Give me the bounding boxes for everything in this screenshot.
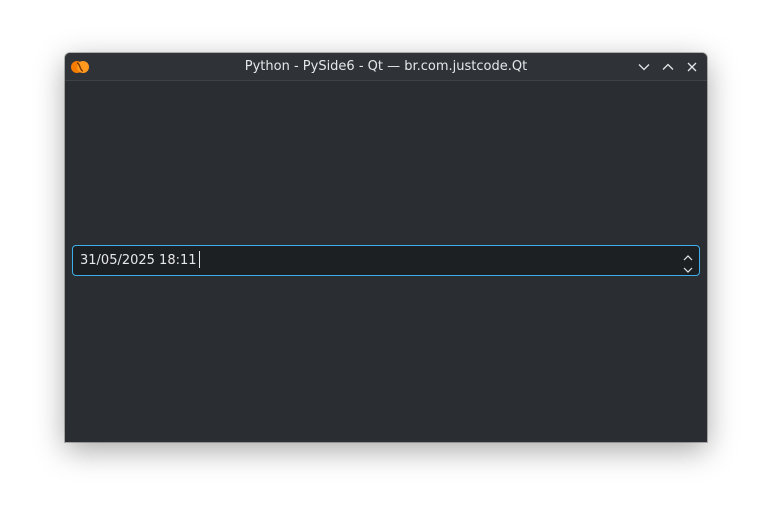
window-title: Python - PySide6 - Qt — br.com.justcode.… bbox=[244, 59, 528, 74]
desktop: Python - PySide6 - Qt — br.com.justcode.… bbox=[0, 0, 772, 519]
text-caret bbox=[198, 251, 200, 268]
datetime-value: 31/05/2025 18:11 bbox=[80, 253, 197, 268]
close-icon bbox=[687, 62, 697, 72]
minimize-button[interactable] bbox=[635, 58, 653, 76]
chevron-down-icon bbox=[638, 63, 650, 71]
spin-down-arrow-icon bbox=[683, 258, 693, 277]
python-logo-icon[interactable] bbox=[70, 59, 90, 75]
title-bar[interactable]: Python - PySide6 - Qt — br.com.justcode.… bbox=[65, 53, 707, 81]
app-window: Python - PySide6 - Qt — br.com.justcode.… bbox=[65, 53, 707, 442]
datetime-edit[interactable]: 31/05/2025 18:11 bbox=[72, 245, 700, 276]
close-button[interactable] bbox=[683, 58, 701, 76]
spin-down-button[interactable] bbox=[681, 261, 695, 273]
maximize-button[interactable] bbox=[659, 58, 677, 76]
datetime-edit-text[interactable]: 31/05/2025 18:11 bbox=[80, 246, 200, 275]
main-content: 31/05/2025 18:11 bbox=[65, 81, 707, 442]
chevron-up-icon bbox=[662, 63, 674, 71]
